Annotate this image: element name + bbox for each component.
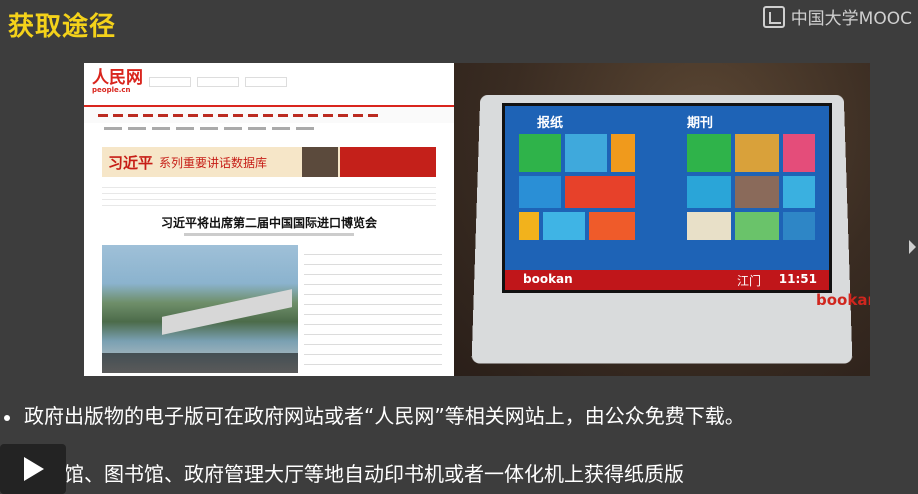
bullet-1: 政府出版物的电子版可在政府网站或者“人民网”等相关网站上，由公众免费下载。	[4, 400, 745, 429]
website-search-box	[149, 77, 191, 87]
kiosk-label-newspaper: 报纸	[537, 116, 564, 131]
kiosk-photo: 报纸 期刊 bookan 江门 11:51 bookan	[454, 63, 870, 376]
banner-portrait	[302, 147, 338, 177]
website-language-links	[84, 123, 454, 141]
mooc-logo: 中国大学MOOC	[762, 4, 912, 29]
photo-caption-bar	[102, 353, 298, 373]
website-nav	[84, 105, 454, 123]
kiosk-brand-label: bookan	[816, 291, 870, 309]
website-link-rows	[102, 182, 436, 210]
logo-text: 中国大学MOOC	[790, 9, 912, 29]
slide-title: 获取途径	[8, 12, 117, 42]
website-banner: 习近平 系列重要讲话数据库	[102, 147, 436, 177]
kiosk-screen: 报纸 期刊 bookan 江门 11:51	[502, 103, 832, 293]
play-icon[interactable]	[0, 444, 66, 494]
bullet-dot	[4, 414, 10, 421]
kiosk-status-bar: bookan 江门 11:51	[505, 270, 829, 290]
bullet-2: 档案馆、图书馆、政府管理大厅等地自动印书机或者一体化机上获得纸质版	[4, 458, 684, 487]
website-screenshot: 人民网 people.cn 习近平 系列重要讲话数据库 习近平将出席第二届中国国…	[84, 63, 454, 376]
banner-red-panel	[340, 147, 436, 177]
slide-photo: 人民网 people.cn 习近平 系列重要讲话数据库 习近平将出席第二届中国国…	[84, 63, 870, 376]
mooc-logo-icon	[762, 5, 785, 28]
website-brand: 人民网 people.cn	[92, 68, 143, 94]
chevron-right-icon[interactable]	[909, 240, 916, 254]
website-headline: 习近平将出席第二届中国国际进口博览会	[160, 216, 377, 230]
kiosk-label-journal: 期刊	[687, 116, 714, 131]
website-news-list	[304, 245, 442, 373]
